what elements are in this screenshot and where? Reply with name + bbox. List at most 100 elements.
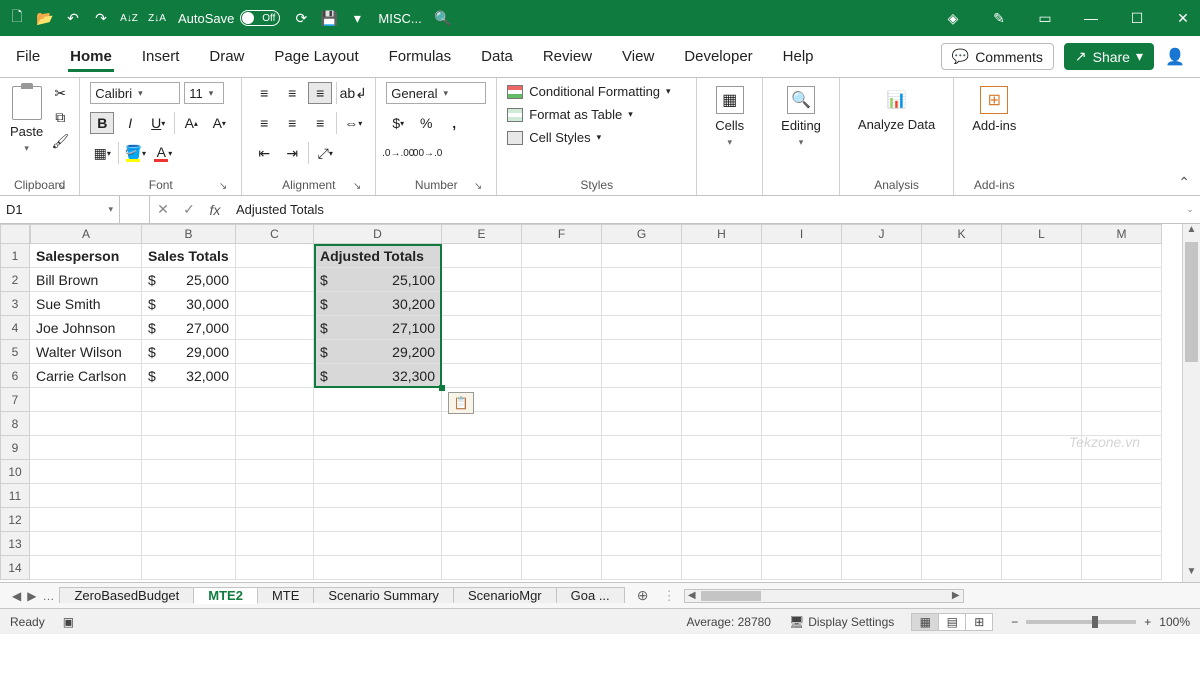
cell-A7[interactable]	[30, 388, 142, 412]
cell-D2[interactable]: $25,100	[314, 268, 442, 292]
save-icon[interactable]: 💾	[320, 9, 338, 27]
cell-M6[interactable]	[1082, 364, 1162, 388]
cell-M9[interactable]	[1082, 436, 1162, 460]
align-top-button[interactable]: ≡	[252, 82, 276, 104]
cell-M13[interactable]	[1082, 532, 1162, 556]
cell-F14[interactable]	[522, 556, 602, 580]
analyze-data-button[interactable]: 📊Analyze Data	[850, 82, 943, 132]
zoom-control[interactable]: − + 100%	[1011, 615, 1190, 629]
cell-G1[interactable]	[602, 244, 682, 268]
cell-B5[interactable]: $29,000	[142, 340, 236, 364]
cell-F1[interactable]	[522, 244, 602, 268]
cell-C8[interactable]	[236, 412, 314, 436]
cell-D7[interactable]	[314, 388, 442, 412]
cell-I2[interactable]	[762, 268, 842, 292]
cell-D8[interactable]	[314, 412, 442, 436]
font-name-combo[interactable]: Calibri▾	[90, 82, 180, 104]
zoom-out-icon[interactable]: −	[1011, 615, 1018, 629]
tab-draw[interactable]: Draw	[207, 42, 246, 71]
formula-input[interactable]: Adjusted Totals	[228, 202, 1180, 217]
cell-L10[interactable]	[1002, 460, 1082, 484]
editing-button[interactable]: 🔍Editing▾	[773, 82, 829, 148]
cell-G4[interactable]	[602, 316, 682, 340]
cell-H5[interactable]	[682, 340, 762, 364]
new-file-icon[interactable]: 🗋	[8, 9, 26, 27]
sheet-tab-scenariomgr[interactable]: ScenarioMgr	[453, 587, 557, 603]
row-header-7[interactable]: 7	[0, 388, 30, 412]
designer-icon[interactable]: ✎	[990, 10, 1008, 27]
row-header-9[interactable]: 9	[0, 436, 30, 460]
cell-L11[interactable]	[1002, 484, 1082, 508]
cell-J12[interactable]	[842, 508, 922, 532]
cell-E9[interactable]	[442, 436, 522, 460]
cell-G10[interactable]	[602, 460, 682, 484]
cell-K14[interactable]	[922, 556, 1002, 580]
cell-A2[interactable]: Bill Brown	[30, 268, 142, 292]
tab-review[interactable]: Review	[541, 42, 594, 71]
cell-M8[interactable]	[1082, 412, 1162, 436]
comments-button[interactable]: 💬 Comments	[941, 43, 1054, 70]
cell-E6[interactable]	[442, 364, 522, 388]
increase-indent-button[interactable]: ⇥	[280, 142, 304, 164]
decrease-indent-button[interactable]: ⇤	[252, 142, 276, 164]
hscroll-thumb[interactable]	[701, 591, 761, 601]
col-header-L[interactable]: L	[1002, 224, 1082, 244]
cell-H7[interactable]	[682, 388, 762, 412]
underline-button[interactable]: U▾	[146, 112, 170, 134]
cell-M3[interactable]	[1082, 292, 1162, 316]
cell-D6[interactable]: $32,300	[314, 364, 442, 388]
hscroll-left-icon[interactable]: ◀	[685, 590, 699, 601]
col-header-E[interactable]: E	[442, 224, 522, 244]
cell-C2[interactable]	[236, 268, 314, 292]
add-sheet-button[interactable]: ⊕	[631, 587, 655, 604]
cell-I5[interactable]	[762, 340, 842, 364]
cell-D1[interactable]: Adjusted Totals	[314, 244, 442, 268]
cell-K13[interactable]	[922, 532, 1002, 556]
cell-L14[interactable]	[1002, 556, 1082, 580]
cell-B2[interactable]: $25,000	[142, 268, 236, 292]
cell-C13[interactable]	[236, 532, 314, 556]
cell-J7[interactable]	[842, 388, 922, 412]
tab-formulas[interactable]: Formulas	[387, 42, 454, 71]
cell-F4[interactable]	[522, 316, 602, 340]
autosave-control[interactable]: AutoSave Off	[178, 10, 280, 26]
cell-E1[interactable]	[442, 244, 522, 268]
cell-B8[interactable]	[142, 412, 236, 436]
conditional-formatting-button[interactable]: Conditional Formatting ▾	[507, 84, 670, 99]
cell-I7[interactable]	[762, 388, 842, 412]
cell-L5[interactable]	[1002, 340, 1082, 364]
cell-D3[interactable]: $30,200	[314, 292, 442, 316]
cell-styles-button[interactable]: Cell Styles ▾	[507, 130, 601, 145]
ribbon-mode-icon[interactable]: ▭	[1036, 10, 1054, 27]
row-header-10[interactable]: 10	[0, 460, 30, 484]
fill-color-button[interactable]: 🪣▾	[123, 142, 147, 164]
cell-A6[interactable]: Carrie Carlson	[30, 364, 142, 388]
row-header-3[interactable]: 3	[0, 292, 30, 316]
format-painter-icon[interactable]: 🖌	[51, 132, 69, 150]
tab-file[interactable]: File	[14, 42, 42, 71]
cell-C3[interactable]	[236, 292, 314, 316]
cell-D13[interactable]	[314, 532, 442, 556]
addins-button[interactable]: ⊞Add-ins	[964, 82, 1024, 133]
scroll-thumb[interactable]	[1185, 242, 1198, 362]
cell-A8[interactable]	[30, 412, 142, 436]
cell-E5[interactable]	[442, 340, 522, 364]
row-header-2[interactable]: 2	[0, 268, 30, 292]
cell-J11[interactable]	[842, 484, 922, 508]
cell-M14[interactable]	[1082, 556, 1162, 580]
sort-desc-icon[interactable]: Z↓A	[148, 9, 166, 27]
cell-H3[interactable]	[682, 292, 762, 316]
refresh-icon[interactable]: ⟳	[292, 9, 310, 27]
tab-home[interactable]: Home	[68, 42, 114, 71]
font-size-combo[interactable]: 11▾	[184, 82, 224, 104]
cell-B14[interactable]	[142, 556, 236, 580]
align-left-button[interactable]: ≡	[252, 112, 276, 134]
cell-F9[interactable]	[522, 436, 602, 460]
cell-C4[interactable]	[236, 316, 314, 340]
cell-E12[interactable]	[442, 508, 522, 532]
sheet-next-icon[interactable]: ▶	[27, 589, 36, 603]
cell-C10[interactable]	[236, 460, 314, 484]
horizontal-scrollbar[interactable]: ◀ ▶	[684, 589, 964, 603]
align-middle-button[interactable]: ≡	[280, 82, 304, 104]
cell-A12[interactable]	[30, 508, 142, 532]
